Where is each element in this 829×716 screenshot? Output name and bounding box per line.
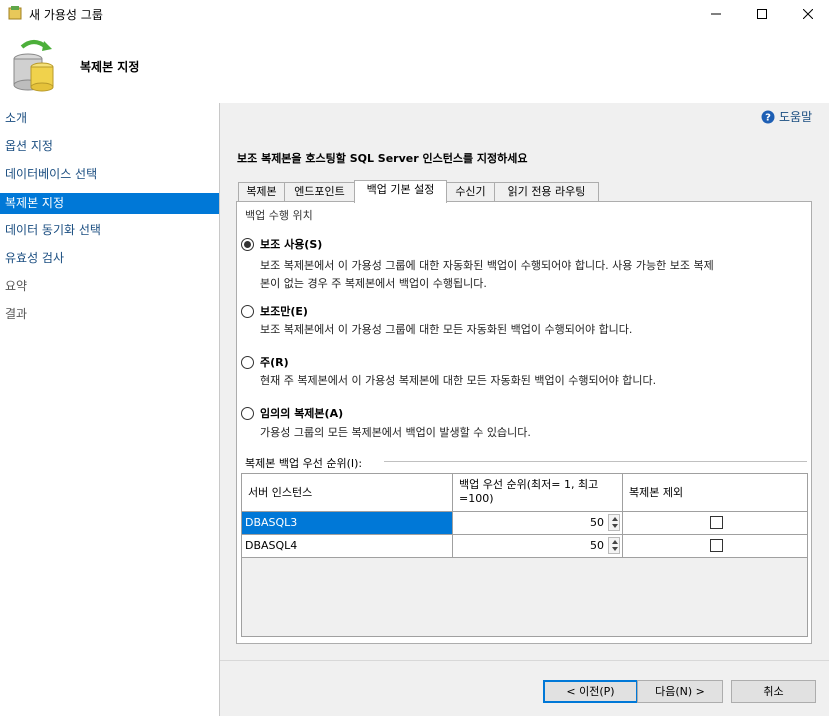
- option-description: 보조 복제본에서 이 가용성 그룹에 대한 모든 자동화된 백업이 수행되어야 …: [260, 321, 805, 339]
- tab-endpoints[interactable]: 엔드포인트: [284, 182, 355, 202]
- exclude-checkbox[interactable]: [710, 539, 723, 552]
- page-title: 복제본 지정: [80, 60, 140, 74]
- option-description: 현재 주 복제본에서 이 가용성 복제본에 대한 모든 자동화된 백업이 수행되…: [260, 372, 805, 390]
- tab-backup-preferences[interactable]: 백업 기본 설정: [354, 180, 447, 203]
- radio-button[interactable]: [241, 355, 254, 369]
- title-bar: 새 가용성 그룹: [0, 0, 829, 28]
- maximize-icon: [757, 9, 767, 19]
- nav-item-replicas[interactable]: 복제본 지정: [0, 193, 219, 214]
- column-header-server[interactable]: 서버 인스턴스: [242, 474, 453, 512]
- option-secondary-only[interactable]: 보조만(E): [241, 303, 308, 319]
- tab-listener[interactable]: 수신기: [446, 182, 495, 202]
- nav-item-validation[interactable]: 유효성 검사: [0, 248, 219, 269]
- exclude-cell: [623, 512, 808, 535]
- description-line: 보조 복제본에서 이 가용성 그룹에 대한 자동화된 백업이 수행되어야 합니다…: [260, 259, 714, 272]
- description-line: 보조 복제본에서 이 가용성 그룹에 대한 모든 자동화된 백업이 수행되어야 …: [260, 323, 633, 336]
- radio-button[interactable]: [241, 406, 254, 420]
- description-line: 본이 없는 경우 주 복제본에서 백업이 수행됩니다.: [260, 277, 487, 290]
- tab-readonly-routing[interactable]: 읽기 전용 라우팅: [494, 182, 599, 202]
- nav-item-data-sync[interactable]: 데이터 동기화 선택: [0, 220, 219, 241]
- footer-divider: [220, 660, 829, 661]
- database-sync-icon: [13, 40, 54, 92]
- wizard-nav: 소개 옵션 지정 데이터베이스 선택 복제본 지정 데이터 동기화 선택 유효성…: [0, 103, 219, 716]
- spinner-icon[interactable]: [608, 537, 620, 554]
- help-link[interactable]: ? 도움말: [761, 108, 812, 125]
- minimize-button[interactable]: [693, 0, 739, 28]
- column-header-exclude[interactable]: 복제본 제외: [623, 474, 808, 512]
- option-label: 임의의 복제본(A): [260, 407, 344, 420]
- instruction-text: 보조 복제본을 호스팅할 SQL Server 인스턴스를 지정하세요: [237, 152, 528, 165]
- option-description: 보조 복제본에서 이 가용성 그룹에 대한 자동화된 백업이 수행되어야 합니다…: [260, 257, 805, 293]
- exclude-cell: [623, 535, 808, 558]
- priority-section-label: 복제본 백업 우선 순위(I):: [245, 457, 363, 470]
- nav-item-databases[interactable]: 데이터베이스 선택: [0, 164, 219, 185]
- priority-value[interactable]: 50: [590, 516, 604, 529]
- exclude-checkbox[interactable]: [710, 516, 723, 529]
- option-description: 가용성 그룹의 모든 복제본에서 백업이 발생할 수 있습니다.: [260, 424, 805, 442]
- nav-divider: [219, 103, 220, 716]
- column-header-priority[interactable]: 백업 우선 순위(최저= 1, 최고=100): [453, 474, 623, 512]
- nav-item-intro[interactable]: 소개: [0, 108, 219, 129]
- priority-grid: 서버 인스턴스 백업 우선 순위(최저= 1, 최고=100) 복제본 제외 D…: [241, 473, 808, 637]
- availability-group-icon: [8, 6, 22, 20]
- option-label: 보조 사용(S): [260, 238, 323, 251]
- header-banner: 복제본 지정: [0, 28, 829, 103]
- radio-button[interactable]: [241, 304, 254, 318]
- description-line: 가용성 그룹의 모든 복제본에서 백업이 발생할 수 있습니다.: [260, 426, 531, 439]
- window-title: 새 가용성 그룹: [29, 8, 103, 22]
- option-label: 보조만(E): [260, 305, 308, 318]
- help-icon: ?: [761, 110, 775, 123]
- backup-location-label: 백업 수행 위치: [245, 209, 313, 222]
- description-line: 현재 주 복제본에서 이 가용성 복제본에 대한 모든 자동화된 백업이 수행되…: [260, 374, 657, 387]
- nav-item-summary: 요약: [5, 279, 28, 293]
- cancel-button[interactable]: 취소: [731, 680, 816, 703]
- priority-cell[interactable]: 50: [453, 512, 623, 535]
- maximize-button[interactable]: [739, 0, 785, 28]
- help-label: 도움말: [779, 110, 813, 124]
- option-prefer-secondary[interactable]: 보조 사용(S): [241, 236, 322, 252]
- next-button[interactable]: 다음(N) >: [637, 680, 723, 703]
- section-divider: [384, 461, 807, 462]
- minimize-icon: [711, 13, 721, 15]
- prev-button[interactable]: < 이전(P): [543, 680, 638, 703]
- option-any-replica[interactable]: 임의의 복제본(A): [241, 405, 343, 421]
- svg-text:?: ?: [765, 112, 771, 123]
- close-icon: [803, 9, 813, 19]
- cell-server-instance[interactable]: DBASQL4: [242, 535, 453, 558]
- radio-button[interactable]: [241, 237, 254, 251]
- close-button[interactable]: [785, 0, 829, 28]
- priority-cell[interactable]: 50: [453, 535, 623, 558]
- tab-replicas[interactable]: 복제본: [238, 182, 285, 202]
- nav-item-options[interactable]: 옵션 지정: [0, 136, 219, 157]
- option-label: 주(R): [260, 356, 289, 369]
- option-primary[interactable]: 주(R): [241, 354, 289, 370]
- priority-value[interactable]: 50: [590, 539, 604, 552]
- cell-server-instance[interactable]: DBASQL3: [242, 512, 453, 535]
- spinner-icon[interactable]: [608, 514, 620, 531]
- nav-item-results: 결과: [5, 307, 28, 321]
